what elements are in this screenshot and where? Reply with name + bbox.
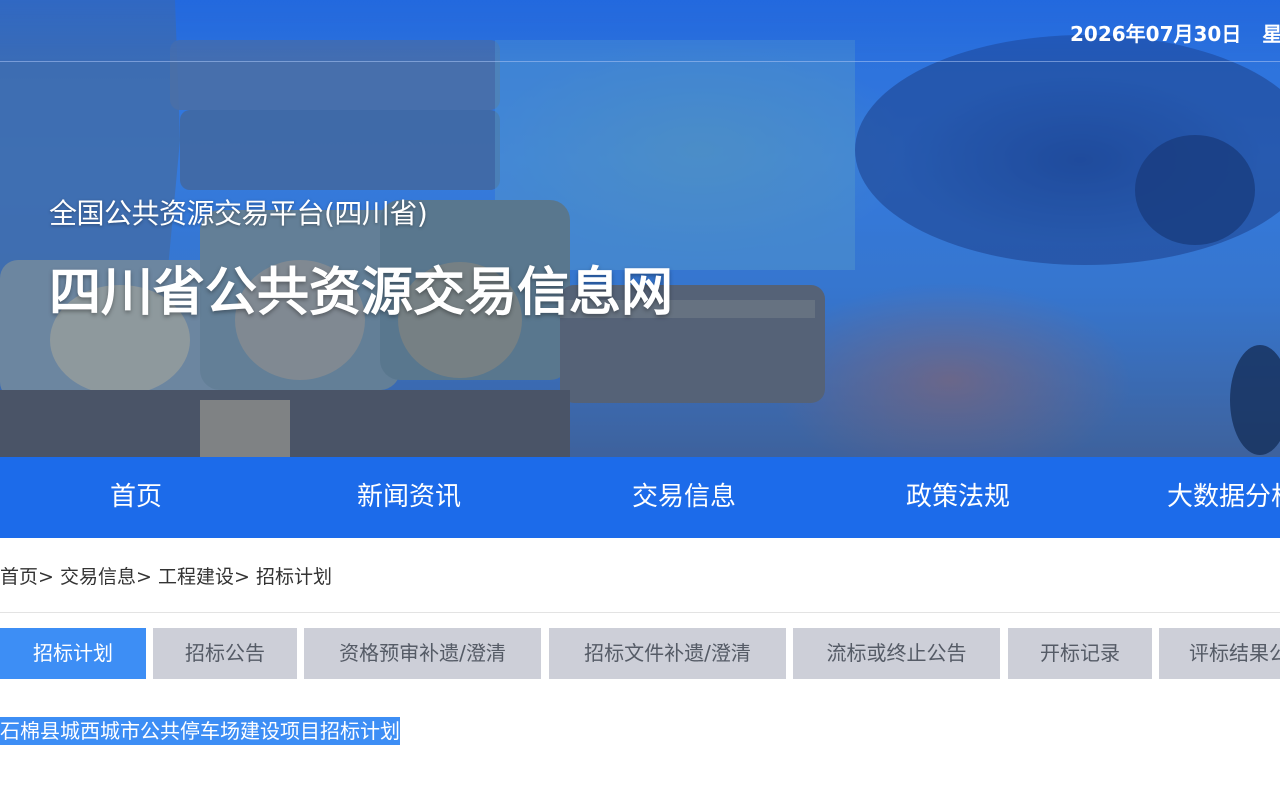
nav-item-home[interactable]: 首页 (110, 457, 162, 538)
breadcrumb-trading-info[interactable]: 交易信息 (60, 566, 136, 588)
top-bar: 2026年07月30日 星期 (0, 0, 1280, 62)
weekday-label: 星期 (1262, 22, 1280, 46)
platform-subtitle: 全国公共资源交易平台(四川省) (49, 197, 428, 230)
tab-bidding-notice[interactable]: 招标公告 (153, 628, 297, 679)
main-nav: 首页 新闻资讯 交易信息 政策法规 大数据分析 (0, 457, 1280, 538)
tab-bidding-plan[interactable]: 招标计划 (0, 628, 146, 679)
breadcrumb-divider (0, 612, 1280, 613)
breadcrumb-separator: > (38, 566, 54, 588)
date-label: 2026年07月30日 (1070, 22, 1242, 46)
header-banner: 2026年07月30日 星期 全国公共资源交易平台(四川省) 四川省公共资源交易… (0, 0, 1280, 457)
nav-item-trading-info[interactable]: 交易信息 (632, 457, 736, 538)
nav-item-policy[interactable]: 政策法规 (906, 457, 1010, 538)
nav-item-big-data[interactable]: 大数据分析 (1167, 457, 1280, 538)
nav-item-news[interactable]: 新闻资讯 (357, 457, 461, 538)
breadcrumb-current: 招标计划 (255, 566, 332, 588)
tab-failed-termination-notice[interactable]: 流标或终止公告 (793, 628, 1000, 679)
tab-bid-doc-clarification[interactable]: 招标文件补遗/澄清 (549, 628, 786, 679)
tab-prequal-clarification[interactable]: 资格预审补遗/澄清 (304, 628, 541, 679)
breadcrumb-separator: > (136, 566, 152, 588)
breadcrumb: 首页> 交易信息> 工程建设> 招标计划 (0, 562, 332, 590)
list-item[interactable]: 石棉县城西城市公共停车场建设项目招标计划 (0, 717, 400, 745)
breadcrumb-home[interactable]: 首页 (0, 566, 38, 588)
date-display: 2026年07月30日 星期 (1070, 18, 1280, 47)
breadcrumb-separator: > (233, 566, 250, 588)
tab-evaluation-result[interactable]: 评标结果公示 (1159, 628, 1280, 679)
site-title: 四川省公共资源交易信息网 (49, 263, 674, 323)
tab-bid-opening-record[interactable]: 开标记录 (1008, 628, 1152, 679)
breadcrumb-construction[interactable]: 工程建设 (158, 566, 234, 588)
